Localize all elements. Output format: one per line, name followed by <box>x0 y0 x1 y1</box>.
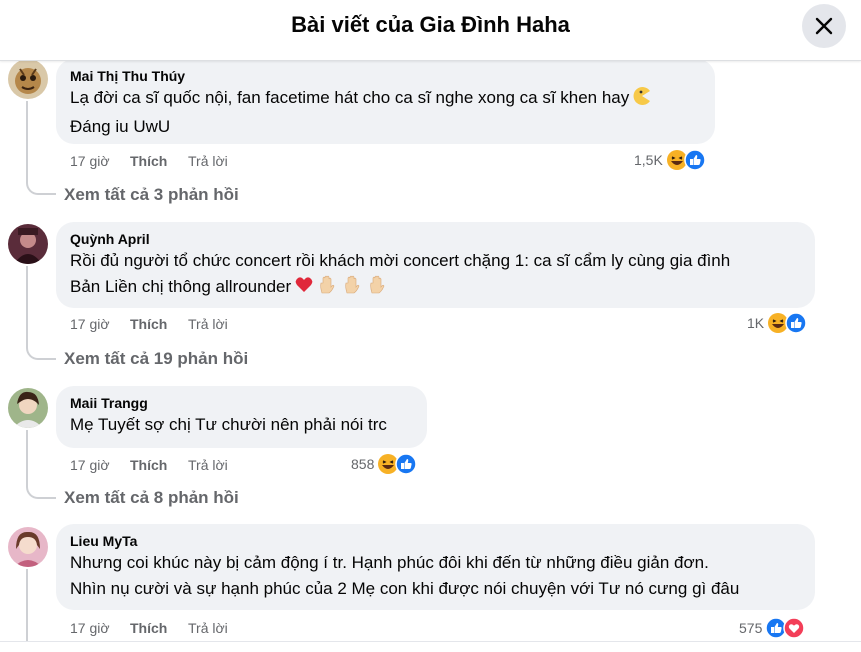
raised-hand-emoji-icon <box>367 275 389 303</box>
raised-hand-emoji-icon <box>342 275 364 303</box>
raised-hand-emoji-icon <box>317 275 339 303</box>
like-reaction-icon <box>395 453 418 475</box>
thread-connector <box>26 181 56 195</box>
reaction-summary[interactable]: 1,5K <box>634 149 706 171</box>
view-replies-link[interactable]: Xem tất cả 8 phản hồi <box>64 488 239 508</box>
comment-text-line: Lạ đời ca sĩ quốc nội, fan facetime hát … <box>70 85 701 114</box>
reaction-count: 1,5K <box>634 152 663 168</box>
love-reaction-icon <box>783 617 806 639</box>
dialog-title: Bài viết của Gia Đình Haha <box>291 12 570 37</box>
reply-link[interactable]: Trả lời <box>188 620 248 636</box>
like-link[interactable]: Thích <box>130 620 188 636</box>
comment-bubble: Lieu MyTa Nhưng coi khúc này bị cảm động… <box>56 524 815 610</box>
thread-connector <box>26 346 56 360</box>
reaction-summary[interactable]: 575 <box>739 617 806 639</box>
comment-bubble: Mai Thị Thu Thúy Lạ đời ca sĩ quốc nội, … <box>56 61 715 144</box>
thread-connector <box>26 266 28 348</box>
comment-time[interactable]: 17 giờ <box>70 153 130 169</box>
reaction-count: 858 <box>351 456 375 472</box>
comment-time[interactable]: 17 giờ <box>70 620 130 636</box>
like-link[interactable]: Thích <box>130 316 188 332</box>
reply-link[interactable]: Trả lời <box>188 153 248 169</box>
thread-connector <box>26 485 56 499</box>
comment-text-line: Rồi đủ người tổ chức concert rồi khách m… <box>70 251 731 270</box>
like-reaction-icon <box>684 149 706 171</box>
like-link[interactable]: Thích <box>130 153 188 169</box>
pacman-emoji-icon <box>632 86 652 114</box>
dialog-footer-edge <box>0 641 861 652</box>
thread-connector <box>26 569 28 641</box>
comment-actions: 17 giờ Thích Trả lời <box>70 153 248 169</box>
comment-author[interactable]: Maii Trangg <box>70 394 413 412</box>
comment-text-line: Đáng iu UwU <box>70 117 171 136</box>
avatar[interactable] <box>8 527 48 567</box>
comment-text-line: Nhìn nụ cười và sự hạnh phúc của 2 Mẹ co… <box>70 579 740 598</box>
comment-author[interactable]: Lieu MyTa <box>70 532 801 550</box>
dialog-header: Bài viết của Gia Đình Haha <box>0 0 861 61</box>
comment-bubble: Maii Trangg Mẹ Tuyết sợ chị Tư chười nên… <box>56 386 427 448</box>
view-replies-link[interactable]: Xem tất cả 3 phản hồi <box>64 185 239 205</box>
avatar[interactable] <box>8 224 48 264</box>
thread-connector <box>26 430 28 487</box>
reaction-summary[interactable]: 1K <box>747 312 807 334</box>
like-reaction-icon <box>785 312 807 334</box>
close-icon <box>815 17 833 35</box>
heart-emoji-icon <box>294 275 314 303</box>
avatar[interactable] <box>8 61 48 99</box>
reaction-count: 575 <box>739 620 763 636</box>
comment-text-line: Nhưng coi khúc này bị cảm động í tr. Hạn… <box>70 553 709 572</box>
comment-text-line: Mẹ Tuyết sợ chị Tư chười nên phải nói tr… <box>70 415 387 434</box>
like-link[interactable]: Thích <box>130 457 188 473</box>
comment-author[interactable]: Mai Thị Thu Thúy <box>70 67 701 85</box>
comment-text-line: Bản Liền chị thông allrounder <box>70 274 801 303</box>
comment-actions: 17 giờ Thích Trả lời <box>70 457 248 473</box>
comment-actions: 17 giờ Thích Trả lời <box>70 316 248 332</box>
avatar[interactable] <box>8 388 48 428</box>
reaction-summary[interactable]: 858 <box>351 453 418 475</box>
close-button[interactable] <box>802 4 846 48</box>
comment-time[interactable]: 17 giờ <box>70 316 130 332</box>
reply-link[interactable]: Trả lời <box>188 316 248 332</box>
comment-feed[interactable]: Mai Thị Thu Thúy Lạ đời ca sĩ quốc nội, … <box>0 61 861 641</box>
comment-actions: 17 giờ Thích Trả lời <box>70 620 248 636</box>
comment-bubble: Quỳnh April Rồi đủ người tổ chức concert… <box>56 222 815 308</box>
reply-link[interactable]: Trả lời <box>188 457 248 473</box>
comment-time[interactable]: 17 giờ <box>70 457 130 473</box>
view-replies-link[interactable]: Xem tất cả 19 phản hồi <box>64 349 248 369</box>
reaction-count: 1K <box>747 315 765 331</box>
thread-connector <box>26 101 28 183</box>
comment-author[interactable]: Quỳnh April <box>70 230 801 248</box>
